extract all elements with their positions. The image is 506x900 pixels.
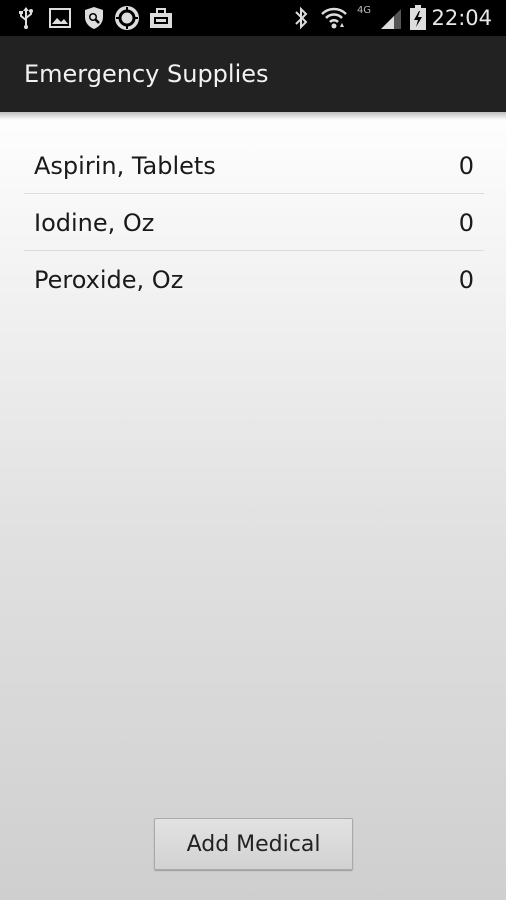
item-name: Iodine, Oz bbox=[34, 209, 155, 237]
wifi-icon bbox=[319, 6, 349, 30]
item-quantity: 0 bbox=[458, 209, 474, 237]
item-name: Aspirin, Tablets bbox=[34, 152, 216, 180]
image-icon bbox=[48, 6, 72, 30]
status-time: 22:04 bbox=[431, 6, 492, 30]
battery-icon bbox=[408, 5, 428, 30]
shield-icon bbox=[81, 6, 107, 30]
action-bar: Emergency Supplies bbox=[0, 36, 506, 112]
sync-icon bbox=[113, 6, 141, 30]
usb-icon bbox=[16, 6, 36, 30]
item-quantity: 0 bbox=[458, 152, 474, 180]
supplies-list: Aspirin, Tablets 0 Iodine, Oz 0 Peroxide… bbox=[24, 137, 484, 308]
action-bar-shadow bbox=[0, 112, 506, 120]
signal-icon bbox=[378, 6, 404, 30]
bluetooth-icon bbox=[290, 6, 312, 30]
item-name: Peroxide, Oz bbox=[34, 266, 184, 294]
list-item[interactable]: Iodine, Oz 0 bbox=[24, 194, 484, 251]
briefcase-icon bbox=[148, 6, 174, 30]
page-title: Emergency Supplies bbox=[24, 60, 269, 88]
add-medical-button[interactable]: Add Medical bbox=[154, 818, 353, 870]
list-item[interactable]: Aspirin, Tablets 0 bbox=[24, 137, 484, 194]
list-item[interactable]: Peroxide, Oz 0 bbox=[24, 251, 484, 308]
content-area: Aspirin, Tablets 0 Iodine, Oz 0 Peroxide… bbox=[0, 112, 506, 900]
status-bar: 4G 22:04 bbox=[0, 0, 506, 36]
item-quantity: 0 bbox=[458, 266, 474, 294]
network-type-label: 4G bbox=[356, 4, 372, 16]
